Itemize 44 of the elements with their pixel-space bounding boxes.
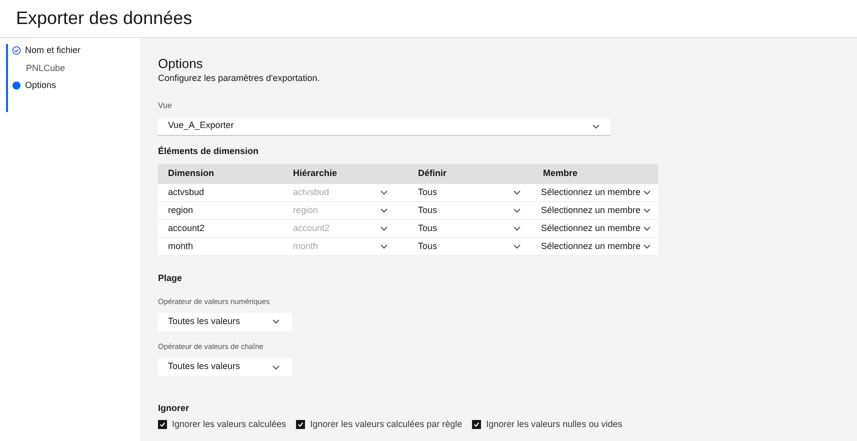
section-heading: Éléments de dimension — [158, 144, 260, 158]
chevron-down-icon — [513, 190, 521, 195]
progress-step[interactable]: Options — [12, 79, 140, 92]
checkbox[interactable] — [472, 420, 482, 429]
dropdown[interactable]: Toutes les valeurs — [158, 312, 292, 331]
checkbox-label: Ignorer les valeurs calculées — [172, 418, 286, 431]
chevron-down-icon — [272, 364, 280, 370]
chevron-down-icon — [513, 244, 521, 249]
progress-step[interactable]: Nom et fichier — [12, 44, 140, 58]
dropdown[interactable]: Vue_A_Exporter — [158, 118, 610, 136]
chevron-down-icon — [272, 319, 280, 324]
checkmark-circle-icon — [12, 46, 21, 56]
chevron-down-icon — [642, 244, 651, 249]
chevron-down-icon — [380, 244, 388, 249]
chevron-down-icon — [380, 190, 388, 195]
table-cell-text: month — [167, 240, 194, 253]
dropdown[interactable]: Toutes les valeurs — [158, 358, 292, 376]
chevron-down-icon — [513, 208, 521, 213]
column-header: Dimension — [167, 167, 216, 180]
filled-circle-icon — [12, 81, 21, 90]
column-header: Définir — [417, 167, 448, 180]
section-heading: Plage — [158, 272, 184, 285]
chevron-down-icon — [380, 226, 388, 231]
checkbox-label: Ignorer les valeurs nulles ou vides — [486, 418, 622, 431]
step-detail: PNLCube — [25, 62, 66, 74]
checkbox[interactable] — [296, 420, 306, 429]
table-cell-text: account2 — [167, 222, 206, 235]
chevron-down-icon — [513, 226, 521, 231]
section-heading: Ignorer — [158, 402, 190, 415]
field-label: Vue — [158, 100, 173, 112]
section-title: Options — [158, 56, 204, 71]
section-subtitle: Configurez les paramètres d'exportation. — [158, 72, 321, 85]
chevron-down-icon — [642, 208, 651, 213]
chevron-down-icon — [592, 124, 600, 128]
column-header: Membre — [542, 167, 579, 180]
column-header: Hiérarchie — [292, 167, 338, 180]
table-cell-text: actvsbud — [167, 186, 206, 199]
table-cell-text: region — [167, 204, 194, 217]
checkbox-label: Ignorer les valeurs calculées par règle — [310, 418, 462, 431]
chevron-down-icon — [642, 226, 651, 231]
chevron-down-icon — [642, 190, 651, 195]
checkbox[interactable] — [158, 420, 167, 429]
page-title: Exporter des données — [16, 7, 192, 30]
chevron-down-icon — [380, 208, 388, 213]
